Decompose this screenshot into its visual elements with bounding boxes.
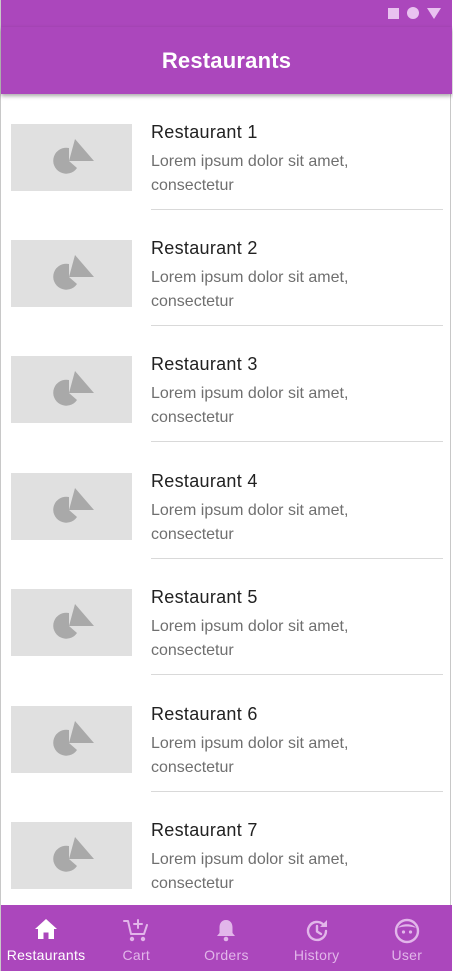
nav-item-orders[interactable]: Orders bbox=[181, 905, 271, 971]
restaurant-name: Restaurant 4 bbox=[151, 471, 258, 491]
restaurant-description: Lorem ipsum dolor sit amet, consectetur bbox=[151, 385, 349, 426]
restaurant-name: Restaurant 6 bbox=[151, 704, 258, 724]
nav-label: Orders bbox=[204, 947, 249, 963]
restaurant-thumbnail bbox=[11, 822, 132, 889]
list-item[interactable]: Restaurant 1 Lorem ipsum dolor sit amet,… bbox=[1, 94, 452, 210]
image-placeholder-icon bbox=[53, 604, 94, 639]
restaurant-name: Restaurant 7 bbox=[151, 820, 258, 840]
history-icon bbox=[306, 920, 327, 942]
user-face-icon bbox=[394, 918, 420, 944]
nav-item-history[interactable]: History bbox=[272, 905, 362, 971]
image-placeholder-icon bbox=[53, 837, 94, 872]
nav-item-restaurants[interactable]: Restaurants bbox=[1, 905, 91, 971]
image-placeholder-icon bbox=[53, 721, 94, 756]
nav-label: Cart bbox=[122, 947, 151, 963]
image-placeholder-icon bbox=[53, 255, 94, 290]
status-icons bbox=[388, 7, 441, 19]
home-icon bbox=[35, 919, 58, 939]
circle-icon bbox=[407, 7, 419, 19]
restaurant-thumbnail bbox=[11, 356, 132, 423]
restaurant-name: Restaurant 3 bbox=[151, 354, 258, 374]
restaurant-thumbnail bbox=[11, 473, 132, 540]
restaurant-list[interactable]: Restaurant 1 Lorem ipsum dolor sit amet,… bbox=[1, 94, 452, 905]
nav-label: Restaurants bbox=[6, 947, 86, 963]
restaurant-description: Lorem ipsum dolor sit amet, consectetur bbox=[151, 851, 349, 892]
nav-item-user[interactable]: User bbox=[362, 905, 452, 971]
square-icon bbox=[388, 7, 399, 19]
list-item[interactable]: Restaurant 6 Lorem ipsum dolor sit amet,… bbox=[1, 676, 452, 792]
bottom-navigation: Restaurants Cart Orders History User bbox=[1, 905, 452, 971]
divider bbox=[151, 441, 443, 442]
nav-item-cart[interactable]: Cart bbox=[91, 905, 181, 971]
restaurant-description: Lorem ipsum dolor sit amet, consectetur bbox=[151, 153, 349, 194]
list-item[interactable]: Restaurant 7 Lorem ipsum dolor sit amet,… bbox=[1, 792, 452, 905]
status-bar bbox=[1, 0, 452, 27]
restaurant-thumbnail bbox=[11, 706, 132, 773]
restaurant-description: Lorem ipsum dolor sit amet, consectetur bbox=[151, 502, 349, 543]
triangle-icon bbox=[427, 7, 441, 19]
restaurant-thumbnail bbox=[11, 589, 132, 656]
image-placeholder-icon bbox=[53, 488, 94, 523]
restaurant-thumbnail bbox=[11, 124, 132, 191]
image-placeholder-icon bbox=[53, 371, 94, 406]
image-placeholder-icon bbox=[53, 139, 94, 174]
app-frame: Restaurants Restaurant 1 Lorem ipsum dol… bbox=[0, 0, 452, 971]
page-title: Restaurants bbox=[161, 47, 292, 73]
restaurant-description: Lorem ipsum dolor sit amet, consectetur bbox=[151, 735, 349, 776]
list-item[interactable]: Restaurant 3 Lorem ipsum dolor sit amet,… bbox=[1, 326, 452, 442]
restaurant-name: Restaurant 1 bbox=[151, 122, 258, 142]
bell-icon bbox=[217, 920, 236, 942]
cart-add-icon bbox=[123, 919, 149, 942]
list-item[interactable]: Restaurant 4 Lorem ipsum dolor sit amet,… bbox=[1, 443, 452, 559]
nav-label: History bbox=[293, 947, 340, 963]
restaurant-thumbnail bbox=[11, 240, 132, 307]
restaurant-name: Restaurant 2 bbox=[151, 238, 258, 258]
restaurant-name: Restaurant 5 bbox=[151, 587, 258, 607]
restaurant-description: Lorem ipsum dolor sit amet, consectetur bbox=[151, 269, 349, 310]
nav-label: User bbox=[391, 947, 423, 963]
restaurant-description: Lorem ipsum dolor sit amet, consectetur bbox=[151, 618, 349, 659]
list-item[interactable]: Restaurant 2 Lorem ipsum dolor sit amet,… bbox=[1, 210, 452, 326]
divider bbox=[151, 674, 443, 675]
list-item[interactable]: Restaurant 5 Lorem ipsum dolor sit amet,… bbox=[1, 559, 452, 675]
app-bar: Restaurants bbox=[1, 27, 452, 94]
